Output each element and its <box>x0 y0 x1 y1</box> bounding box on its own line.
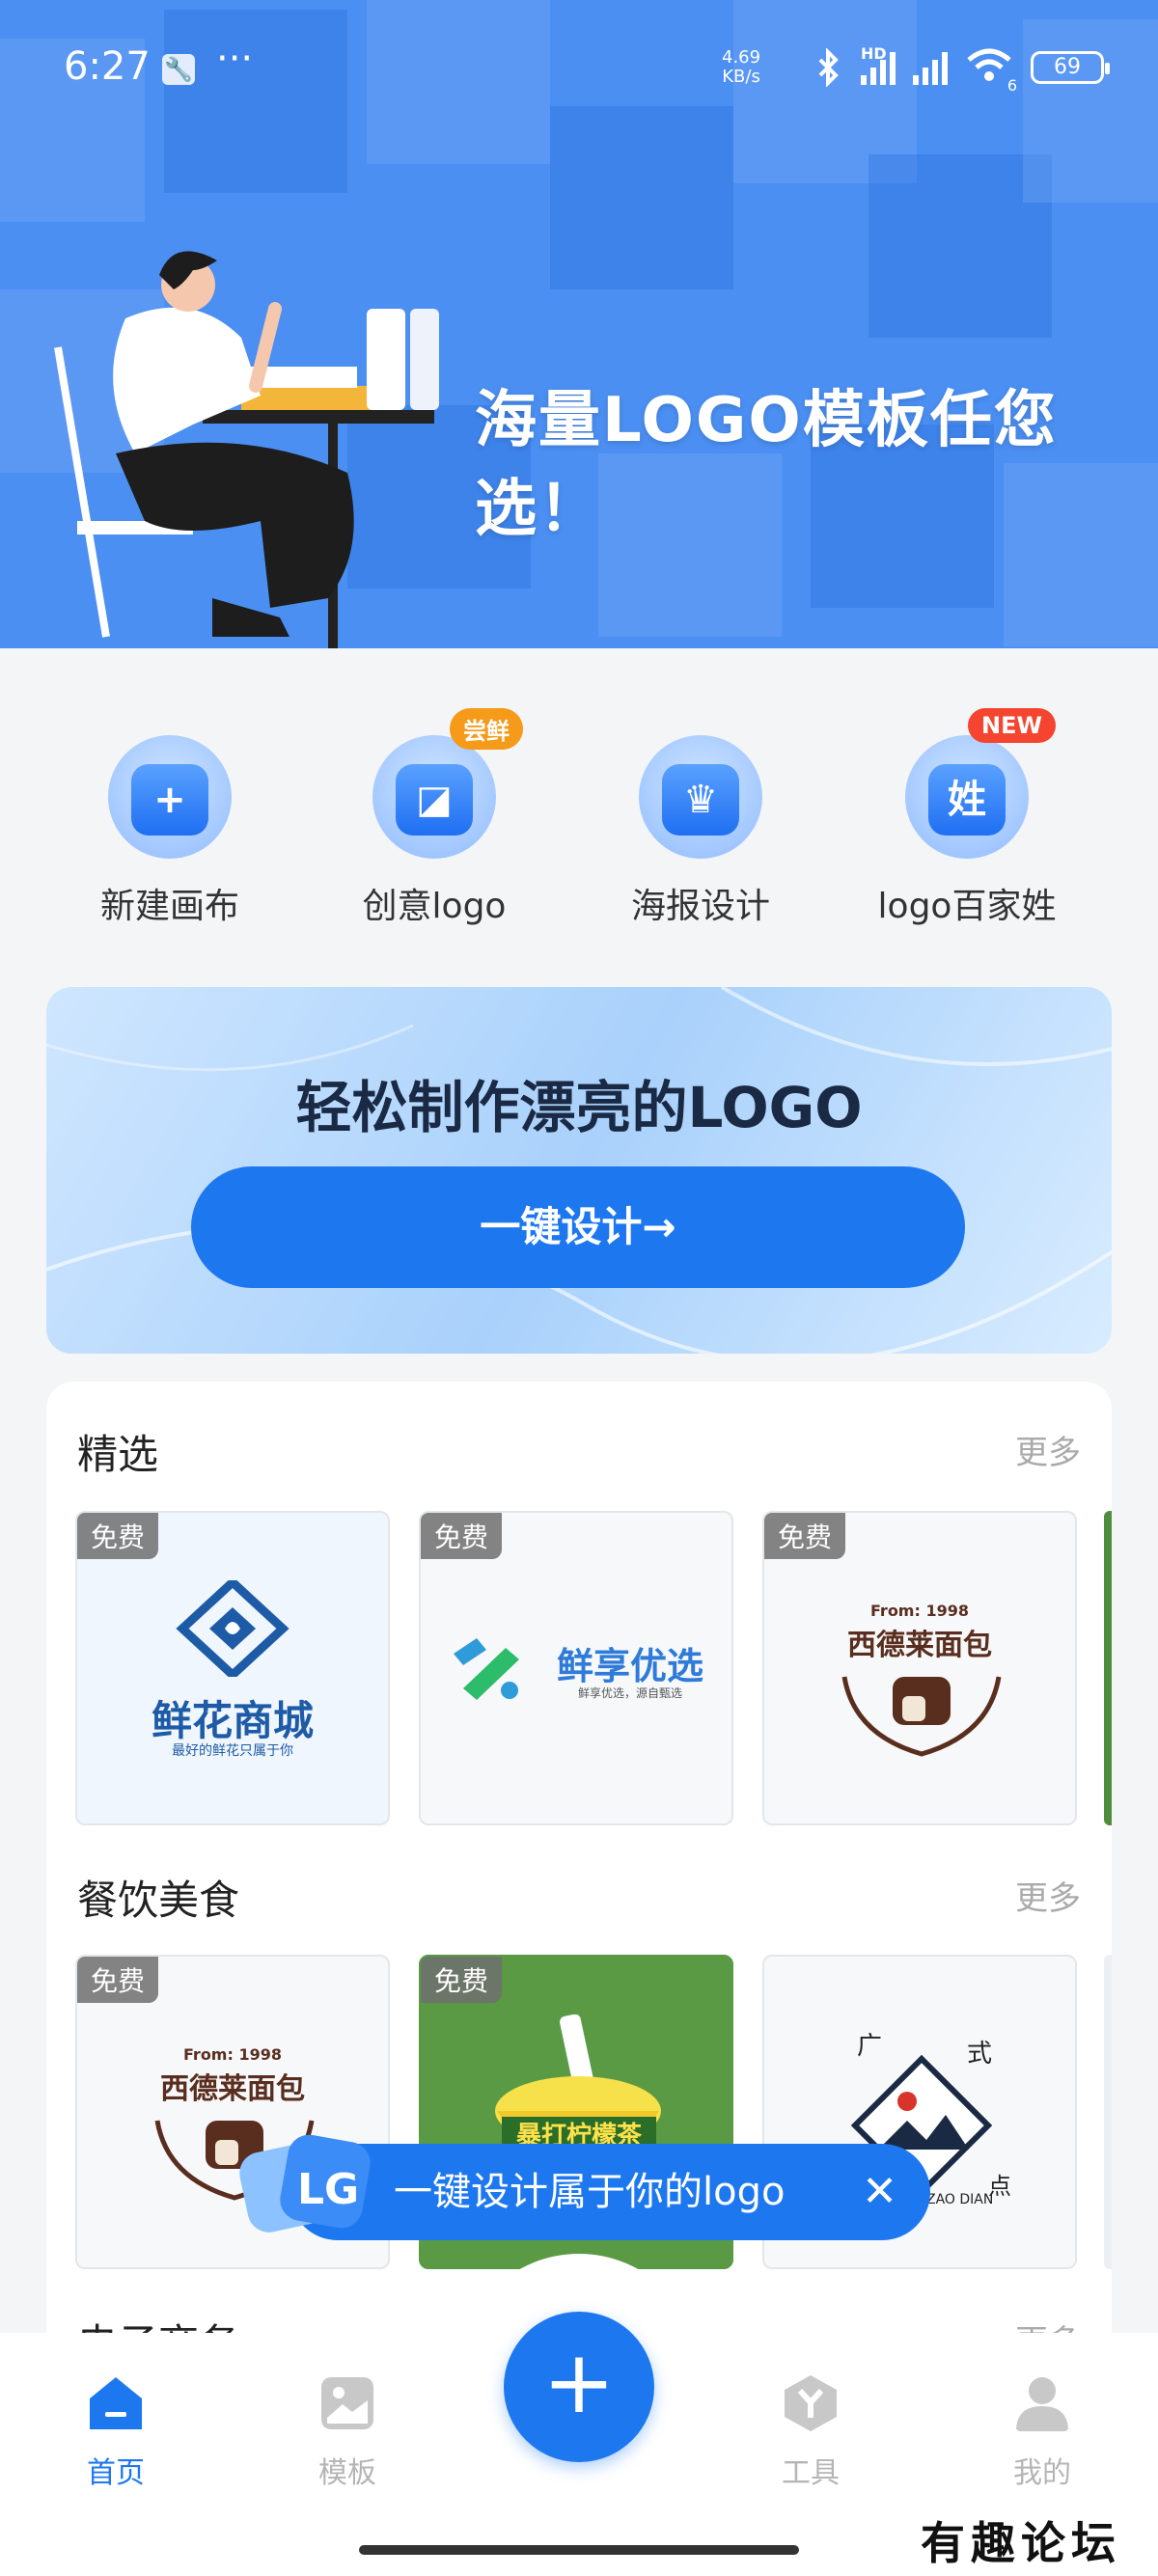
bluetooth-icon <box>818 48 839 87</box>
tab-profile[interactable]: 我的 <box>975 2373 1110 2491</box>
more-notifications-icon: ··· <box>216 37 254 81</box>
quick-action-label: logo百家姓 <box>877 887 1057 926</box>
home-icon <box>90 2377 142 2429</box>
status-time: 6:27 <box>64 44 151 89</box>
quick-action-new-canvas[interactable]: + 新建画布 <box>44 735 295 928</box>
status-icons: HD 6 69 <box>814 44 1110 95</box>
battery-icon: 69 <box>1031 51 1110 84</box>
quick-action-label: 创意logo <box>362 887 507 926</box>
promo-title: 轻松制作漂亮的LOGO <box>295 1075 863 1140</box>
wifi-icon: 6 <box>965 46 1017 95</box>
bread-wreath-logo-icon <box>841 1676 1002 1757</box>
free-tag: 免费 <box>77 1957 159 2003</box>
user-icon <box>1016 2377 1068 2431</box>
more-link-featured[interactable]: 更多 <box>1015 1426 1081 1473</box>
hero-slogan: 海量LOGO模板任您选！ <box>475 385 1058 545</box>
more-link-food[interactable]: 更多 <box>1015 1872 1081 1919</box>
logo-subtitle: 最好的鲜花只属于你 <box>172 1743 293 1759</box>
cellular-signal-1: HD <box>861 44 896 85</box>
network-speed-value: 4.69 <box>722 47 761 68</box>
logo-subtitle: From: 1998 <box>870 1602 969 1620</box>
free-tag: 免费 <box>421 1513 503 1559</box>
home-indicator[interactable] <box>359 2545 799 2555</box>
design-prompt-toast[interactable]: 一键设计属于你的logo ✕ <box>290 2144 930 2240</box>
tab-label: 我的 <box>1013 2456 1071 2490</box>
quick-action-label: 新建画布 <box>99 887 239 926</box>
new-canvas-icon: + <box>108 735 232 859</box>
tab-templates[interactable]: 模板 <box>280 2373 415 2491</box>
tab-label: 工具 <box>782 2456 840 2490</box>
wrench-icon: 🔧 <box>162 54 195 85</box>
tools-icon <box>785 2375 837 2431</box>
template-icon <box>321 2377 373 2429</box>
try-badge: 尝鲜 <box>450 708 523 750</box>
svg-text:LG: LG <box>297 2165 359 2214</box>
next-card-peek <box>1104 1955 1112 2269</box>
quick-action-creative-logo[interactable]: ◪ 尝鲜 创意logo <box>309 708 560 928</box>
tab-tools[interactable]: 工具 <box>743 2373 878 2491</box>
logo-subtitle: 鲜享优选，源自甄选 <box>577 1686 682 1700</box>
free-tag: 免费 <box>764 1513 846 1559</box>
creative-logo-icon: ◪ 尝鲜 <box>372 708 523 859</box>
toast-text: 一键设计属于你的logo <box>394 2170 786 2214</box>
logo-subtitle: From: 1998 <box>183 2045 282 2064</box>
network-speed-unit: KB/s <box>722 67 760 87</box>
surname-logo-icon: 姓 NEW <box>905 708 1056 859</box>
quick-action-surname-logo[interactable]: 姓 NEW logo百家姓 <box>841 708 1092 928</box>
watermark: 有趣论坛 <box>921 2517 1121 2569</box>
tab-label: 模板 <box>318 2456 376 2490</box>
close-icon[interactable]: ✕ <box>862 2169 897 2215</box>
template-card[interactable]: 免费 鲜享优选 鲜享优选，源自甄选 <box>419 1511 733 1825</box>
network-speed: 4.69 KB/s <box>722 48 760 87</box>
surname-logo-glyph: 姓 <box>928 764 1006 836</box>
new-badge: NEW <box>968 708 1056 743</box>
new-canvas-glyph: + <box>131 764 208 836</box>
quick-actions: + 新建画布 ◪ 尝鲜 创意logo ♛ 海报设计 姓 NEW logo百家姓 <box>0 648 1158 938</box>
app-logo-icon: LG <box>239 2134 371 2233</box>
quick-action-label: 海报设计 <box>630 887 770 926</box>
free-tag: 免费 <box>77 1513 159 1559</box>
wifi-version-label: 6 <box>1006 76 1017 95</box>
diamond-logo-icon <box>176 1580 290 1677</box>
person-at-desk-illustration <box>54 251 439 648</box>
next-card-peek <box>1104 1511 1112 1825</box>
tab-label: 首页 <box>87 2456 145 2490</box>
poster-design-icon: ♛ <box>639 735 762 859</box>
signal-bars-icon <box>913 50 948 85</box>
logo-title: 鲜花商城 <box>151 1697 314 1744</box>
wifi-icon-glyph <box>967 48 1011 81</box>
poster-design-glyph: ♛ <box>662 764 739 836</box>
hd-label: HD <box>861 44 887 63</box>
tab-home[interactable]: 首页 <box>48 2373 183 2491</box>
logo-title: 鲜享优选 <box>556 1645 703 1687</box>
logo-subtitle: ZAO DIAN <box>926 2192 994 2207</box>
promo-banner[interactable]: 轻松制作漂亮的LOGO 一键设计→ <box>46 987 1112 1354</box>
template-card[interactable]: 免费 鲜花商城 最好的鲜花只属于你 <box>75 1511 390 1825</box>
section-title-food: 餐饮美食 <box>77 1877 240 1924</box>
one-click-design-button[interactable]: 一键设计→ <box>191 1166 965 1288</box>
status-bar: 6:27 🔧 ··· 4.69 KB/s HD 6 69 <box>0 0 1158 135</box>
creative-logo-glyph: ◪ <box>396 764 473 836</box>
free-tag: 免费 <box>421 1957 503 2003</box>
create-button[interactable]: + <box>504 2312 654 2462</box>
section-title-featured: 精选 <box>77 1431 159 1478</box>
quick-action-poster-design[interactable]: ♛ 海报设计 <box>575 735 826 928</box>
template-card[interactable]: 免费 From: 1998 西德莱面包 <box>762 1511 1077 1825</box>
